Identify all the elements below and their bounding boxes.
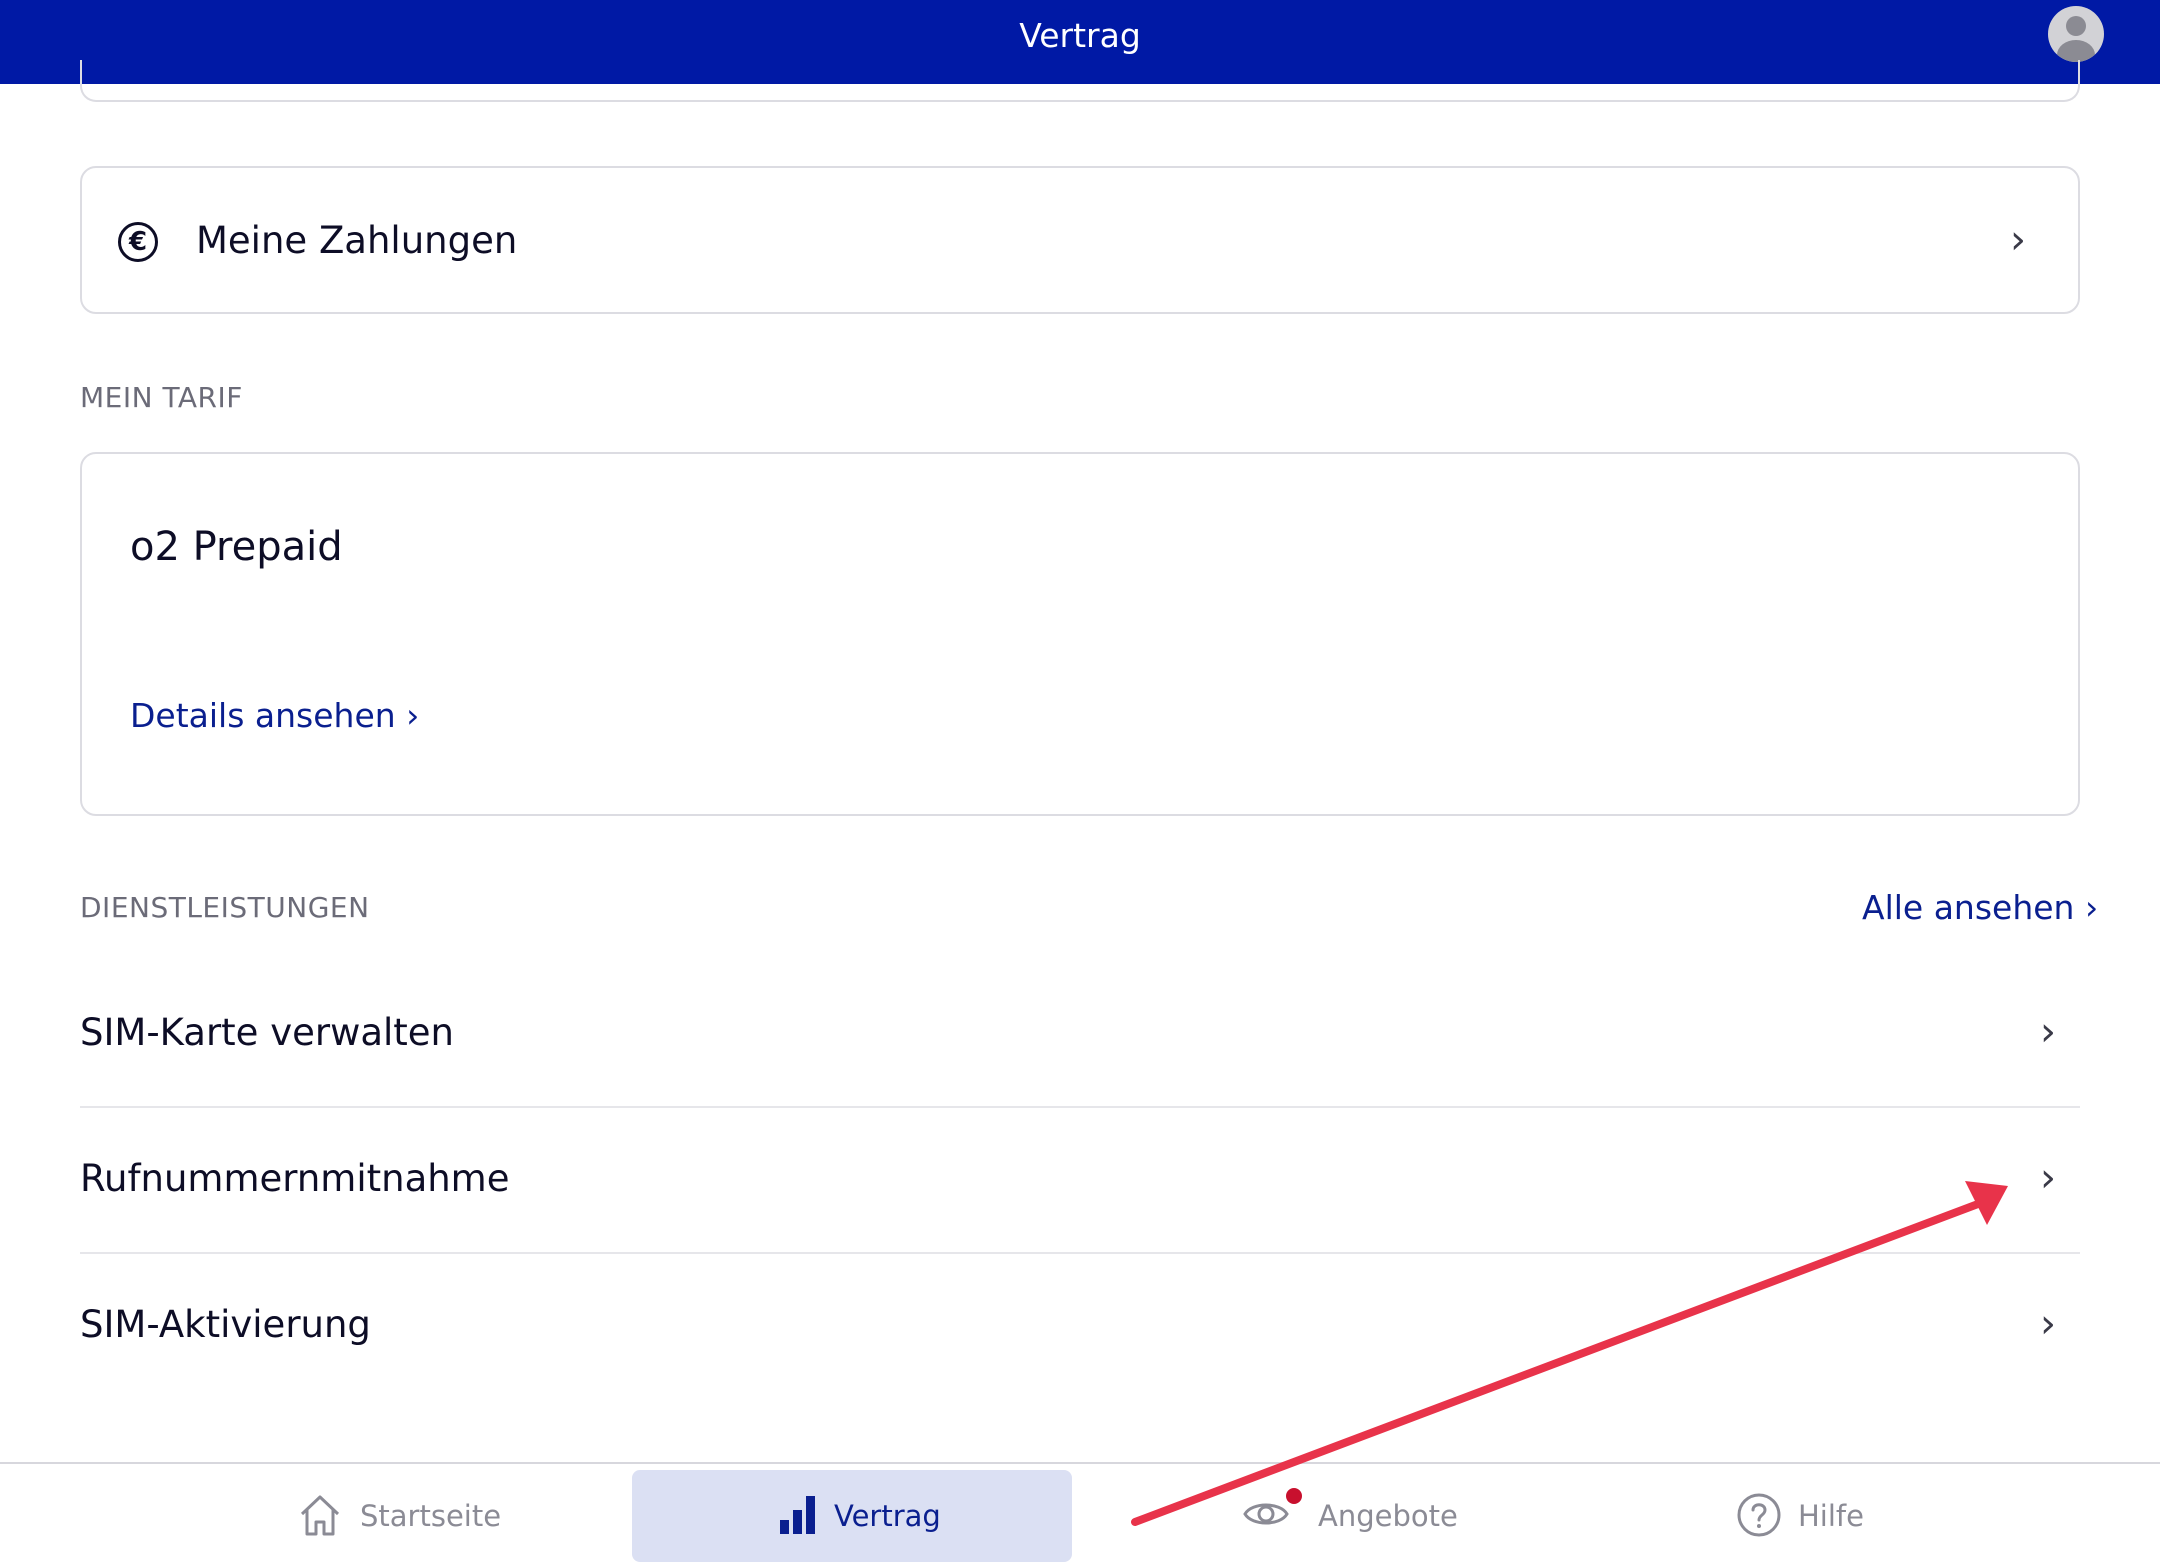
tab-startseite[interactable]: Startseite — [290, 1470, 520, 1562]
service-item-label: SIM-Aktivierung — [80, 1303, 371, 1346]
chevron-right-icon: › — [2010, 217, 2026, 263]
tariff-card: o2 Prepaid Details ansehen › — [80, 452, 2080, 816]
tab-angebote[interactable]: Angebote — [1238, 1470, 1468, 1562]
payments-card[interactable]: € Meine Zahlungen › — [80, 166, 2080, 314]
tab-label: Hilfe — [1798, 1499, 1864, 1533]
services-section-label: DIENSTLEISTUNGEN — [80, 891, 370, 924]
user-avatar-icon[interactable] — [2048, 6, 2104, 62]
help-circle-icon — [1737, 1493, 1781, 1537]
tariff-section-label: MEIN TARIF — [80, 381, 243, 414]
bottom-tab-bar: Startseite Vertrag Angebote Hilfe — [0, 1462, 2160, 1564]
home-icon — [300, 1495, 340, 1536]
notification-badge — [1286, 1488, 1302, 1504]
service-item-sim-card[interactable]: SIM-Karte verwalten › — [80, 962, 2080, 1108]
service-item-label: SIM-Karte verwalten — [80, 1011, 455, 1054]
service-item-number-porting[interactable]: Rufnummernmitnahme › — [80, 1108, 2080, 1254]
service-item-label: Rufnummernmitnahme — [80, 1157, 510, 1200]
payments-label: Meine Zahlungen — [196, 219, 518, 262]
avatar-body — [2057, 40, 2095, 62]
euro-icon: € — [118, 222, 158, 262]
bar-chart-icon — [780, 1496, 815, 1534]
avatar-head — [2066, 16, 2086, 36]
tab-hilfe[interactable]: Hilfe — [1736, 1470, 1886, 1562]
tab-label: Angebote — [1318, 1499, 1458, 1533]
chevron-right-icon: › — [2040, 1009, 2056, 1055]
tariff-name: o2 Prepaid — [130, 524, 343, 570]
tariff-details-link[interactable]: Details ansehen › — [130, 694, 419, 738]
previous-card-edge — [80, 60, 2080, 102]
chevron-right-icon: › — [2040, 1301, 2056, 1347]
chevron-right-icon: › — [2040, 1155, 2056, 1201]
tab-vertrag[interactable]: Vertrag — [632, 1470, 1072, 1562]
eye-icon — [1243, 1503, 1289, 1525]
tab-label: Vertrag — [834, 1499, 941, 1533]
services-all-link[interactable]: Alle ansehen › — [1862, 886, 2098, 930]
service-item-sim-activation[interactable]: SIM-Aktivierung › — [80, 1254, 2080, 1400]
page-title: Vertrag — [1019, 16, 1141, 55]
tab-label: Startseite — [360, 1499, 502, 1533]
